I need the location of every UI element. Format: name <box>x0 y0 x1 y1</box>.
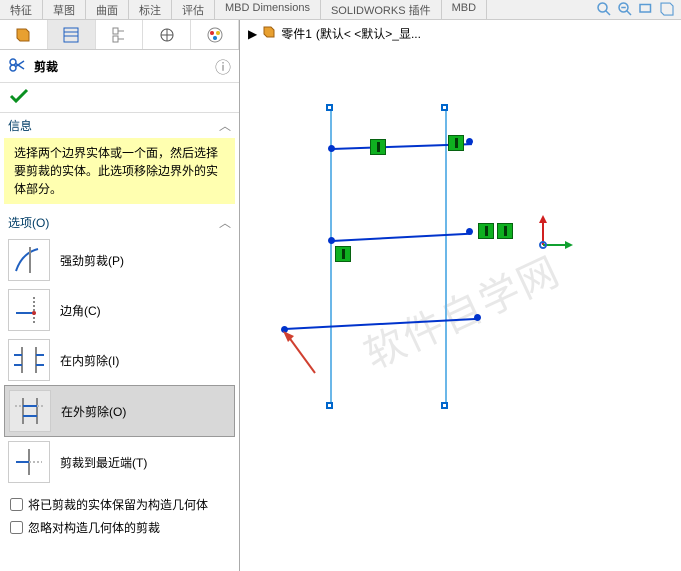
relation-icon[interactable] <box>448 135 464 151</box>
endpoint-icon <box>326 104 333 111</box>
sidetab-appearance[interactable] <box>191 20 239 49</box>
checkbox[interactable] <box>10 498 23 511</box>
sketch-boundary-line[interactable] <box>330 108 332 408</box>
chevron-up-icon: ︿ <box>219 214 231 231</box>
sidetab-property[interactable] <box>48 20 96 49</box>
sidebar-tabs <box>0 20 239 50</box>
checkbox[interactable] <box>10 521 23 534</box>
sketch-boundary-line[interactable] <box>445 108 447 408</box>
tab-sw-addin[interactable]: SOLIDWORKS 插件 <box>321 0 442 19</box>
tab-annot[interactable]: 标注 <box>129 0 172 19</box>
endpoint-icon <box>326 402 333 409</box>
trim-tool-icon <box>8 57 28 76</box>
endpoint-icon <box>441 104 448 111</box>
tab-sketch[interactable]: 草图 <box>43 0 86 19</box>
check-label: 忽略对构造几何体的剪裁 <box>28 519 160 536</box>
endpoint-icon <box>328 237 335 244</box>
trim-outside-icon <box>9 390 51 432</box>
corner-icon <box>8 289 50 331</box>
endpoint-icon <box>328 145 335 152</box>
tab-mbd-dim[interactable]: MBD Dimensions <box>215 0 321 19</box>
check-ignore-construction[interactable]: 忽略对构造几何体的剪裁 <box>10 516 229 539</box>
sidetab-config[interactable] <box>96 20 144 49</box>
top-tab-bar: 特征 草图 曲面 标注 评估 MBD Dimensions SOLIDWORKS… <box>0 0 681 20</box>
option-trim-outside[interactable]: 在外剪除(O) <box>4 385 235 437</box>
option-power-trim[interactable]: 强劲剪裁(P) <box>4 235 235 285</box>
arrow-annotation-icon <box>280 328 320 381</box>
viewport[interactable]: 软件自学网 <box>240 48 681 571</box>
relation-icon[interactable] <box>478 223 494 239</box>
section-view-icon[interactable] <box>658 0 676 21</box>
tab-surface[interactable]: 曲面 <box>86 0 129 19</box>
sketch-line[interactable] <box>332 233 472 242</box>
zoom-fit-icon[interactable] <box>595 0 613 21</box>
option-trim-inside[interactable]: 在内剪除(I) <box>4 335 235 385</box>
trim-inside-icon <box>8 339 50 381</box>
config-name: (默认< <默认>_显... <box>316 25 421 42</box>
relation-icon[interactable] <box>497 223 513 239</box>
endpoint-icon <box>441 402 448 409</box>
endpoint-icon <box>466 228 473 235</box>
option-trim-nearest[interactable]: 剪裁到最近端(T) <box>4 437 235 487</box>
view-toolbar <box>595 0 676 21</box>
power-trim-icon <box>8 239 50 281</box>
option-label: 在外剪除(O) <box>61 403 126 420</box>
view-prev-icon[interactable] <box>637 0 655 21</box>
option-label: 边角(C) <box>60 302 101 319</box>
options-header[interactable]: 选项(O) ︿ <box>0 210 239 235</box>
property-manager: 剪裁 ⓘ 信息 ︿ 选择两个边界实体或一个面，然后选择要剪裁的实体。此选项移除边… <box>0 20 240 571</box>
relation-icon[interactable] <box>370 139 386 155</box>
graphics-area[interactable]: ▶ 零件1 (默认< <默认>_显... 软件自学网 <box>240 20 681 571</box>
tab-feature[interactable]: 特征 <box>0 0 43 19</box>
tab-mbd[interactable]: MBD <box>442 0 487 19</box>
info-header-label: 信息 <box>8 117 32 134</box>
help-icon[interactable]: ⓘ <box>215 54 231 78</box>
zoom-area-icon[interactable] <box>616 0 634 21</box>
triangle-expand-icon[interactable]: ▶ <box>248 27 257 41</box>
sidetab-dim[interactable] <box>143 20 191 49</box>
ok-button[interactable] <box>8 94 30 108</box>
option-label: 在内剪除(I) <box>60 352 119 369</box>
trim-nearest-icon <box>8 441 50 483</box>
endpoint-icon <box>474 314 481 321</box>
tab-eval[interactable]: 评估 <box>172 0 215 19</box>
info-header[interactable]: 信息 ︿ <box>0 113 239 138</box>
watermark: 软件自学网 <box>353 239 568 380</box>
breadcrumb[interactable]: ▶ 零件1 (默认< <默认>_显... <box>240 20 681 47</box>
endpoint-icon <box>466 138 473 145</box>
option-corner[interactable]: 边角(C) <box>4 285 235 335</box>
sidetab-feature[interactable] <box>0 20 48 49</box>
panel-title: 剪裁 <box>34 58 58 75</box>
chevron-up-icon: ︿ <box>219 117 231 134</box>
part-icon <box>261 24 277 43</box>
origin-axis-icon <box>535 213 575 256</box>
check-keep-construction[interactable]: 将已剪裁的实体保留为构造几何体 <box>10 493 229 516</box>
part-name: 零件1 <box>281 25 312 42</box>
option-label: 剪裁到最近端(T) <box>60 454 147 471</box>
relation-icon[interactable] <box>335 246 351 262</box>
option-label: 强劲剪裁(P) <box>60 252 124 269</box>
info-message: 选择两个边界实体或一个面，然后选择要剪裁的实体。此选项移除边界外的实体部分。 <box>4 138 235 204</box>
options-header-label: 选项(O) <box>8 214 49 231</box>
check-label: 将已剪裁的实体保留为构造几何体 <box>28 496 208 513</box>
